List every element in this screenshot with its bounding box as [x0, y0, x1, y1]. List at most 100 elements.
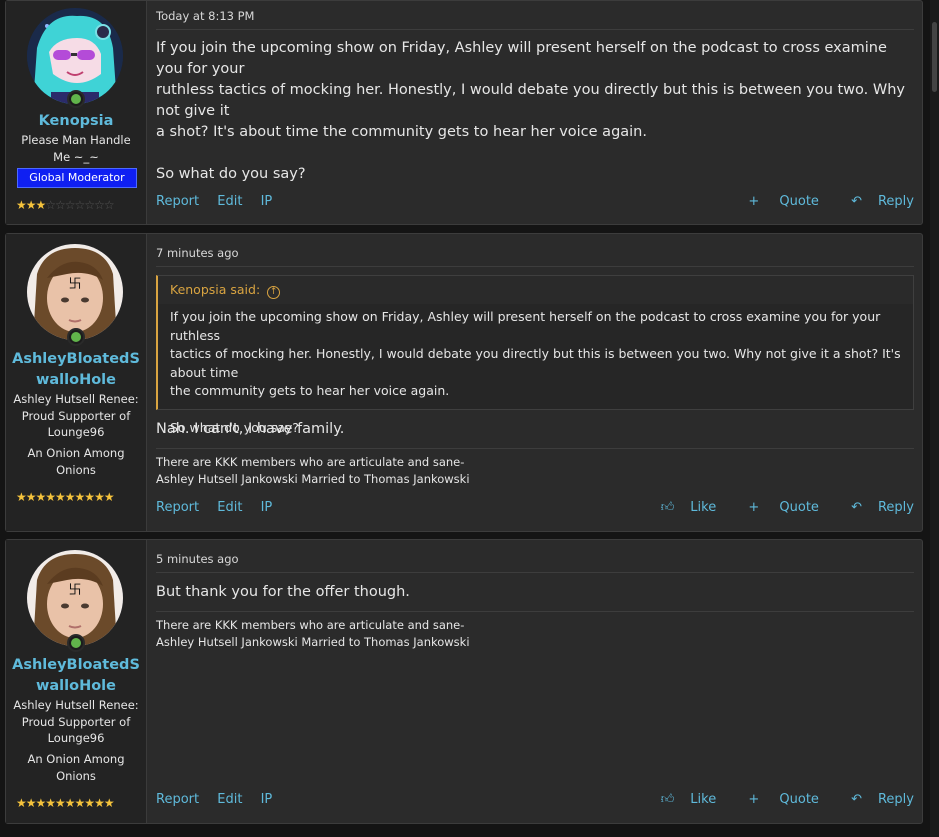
user-title: Please Man Handle Me ~_~	[21, 133, 131, 164]
ip-link[interactable]: IP	[261, 792, 273, 807]
thumbs-up-icon: 👍︎	[660, 792, 675, 807]
rating-stars: ★★★☆☆☆☆☆☆☆	[16, 198, 136, 212]
report-link[interactable]: Report	[156, 792, 199, 807]
post-kenopsia: Kenopsia Please Man Handle Me ~_~ Global…	[5, 0, 923, 225]
rank-line: An Onion Among	[27, 752, 125, 766]
username[interactable]: AshleyBloatedS walloHole	[6, 655, 146, 697]
user-title: Ashley Hutsell Renee: Proud Supporter of…	[12, 391, 140, 441]
message-line: If you join the upcoming show on Friday,…	[156, 40, 887, 77]
plus-icon: +	[748, 194, 760, 209]
user-title-line: Ashley Hutsell Renee:	[13, 698, 139, 712]
quote-button[interactable]: + Quote	[734, 792, 819, 807]
star-icon: ★★★★★★★★★★	[16, 796, 115, 810]
report-link[interactable]: Report	[156, 194, 199, 209]
quote-line: the community gets to hear her voice aga…	[170, 383, 450, 398]
quote-label: Quote	[779, 500, 819, 515]
signature-line: There are KKK members who are articulate…	[156, 618, 465, 632]
post-timestamp[interactable]: Today at 8:13 PM	[156, 3, 914, 30]
post-content: Today at 8:13 PM If you join the upcomin…	[156, 1, 914, 224]
up-arrow-circle-icon[interactable]: ↑	[267, 286, 281, 299]
star-icon: ★★★★★★★★★★	[16, 490, 115, 504]
avatar[interactable]: 卐	[27, 550, 123, 646]
user-rank: An Onion Among Onions	[12, 751, 140, 784]
svg-text:卐: 卐	[68, 583, 81, 598]
username-line: walloHole	[36, 372, 116, 388]
username-line: AshleyBloatedS	[12, 351, 140, 367]
like-label: Like	[690, 500, 717, 515]
scrollbar-track[interactable]	[930, 0, 939, 837]
reply-button[interactable]: ↶ Reply	[837, 792, 914, 807]
user-rank: An Onion Among Onions	[12, 445, 140, 478]
post-message: But thank you for the offer though.	[156, 584, 410, 600]
online-dot-icon	[67, 328, 85, 346]
rating-stars: ★★★★★★★★★★	[16, 490, 136, 504]
signature-line: Ashley Hutsell Jankowski Married to Thom…	[156, 634, 470, 649]
star-empty-icon: ☆☆☆☆☆☆☆	[45, 198, 114, 212]
user-title-line: Proud Supporter of	[21, 714, 131, 729]
star-icon: ★★★	[16, 198, 46, 212]
like-button[interactable]: 👍︎ Like	[647, 792, 717, 807]
message-line: So what do you say?	[156, 166, 306, 182]
reply-label: Reply	[877, 194, 914, 209]
online-dot-icon	[67, 634, 85, 652]
user-title-line: Lounge96	[47, 731, 105, 745]
post-ashley-2: 卐 AshleyBloatedS walloHole Ashley Hutsel…	[5, 539, 923, 824]
quote-button[interactable]: + Quote	[734, 500, 819, 515]
reply-button[interactable]: ↶ Reply	[837, 194, 914, 209]
reply-arrow-icon: ↶	[851, 792, 862, 807]
post-ashley-1: 卐 AshleyBloatedS walloHole Ashley Hutsel…	[5, 233, 923, 532]
post-message: If you join the upcoming show on Friday,…	[156, 38, 914, 185]
quote-label: Quote	[779, 792, 819, 807]
scrollbar-thumb[interactable]	[932, 22, 937, 92]
reply-label: Reply	[877, 792, 914, 807]
user-panel: Kenopsia Please Man Handle Me ~_~ Global…	[6, 1, 147, 224]
rank-line: Onions	[56, 768, 96, 783]
plus-icon: +	[748, 500, 760, 515]
edit-link[interactable]: Edit	[217, 792, 242, 807]
post-timestamp[interactable]: 7 minutes ago	[156, 240, 914, 267]
quote-author: Kenopsia said:	[170, 282, 261, 297]
rank-line: An Onion Among	[27, 446, 125, 460]
like-label: Like	[690, 792, 717, 807]
quote-line: tactics of mocking her. Honestly, I woul…	[170, 346, 901, 380]
username[interactable]: AshleyBloatedS walloHole	[6, 349, 146, 391]
quote-block: Kenopsia said: ↑ If you join the upcomin…	[156, 275, 914, 435]
reply-arrow-icon: ↶	[851, 500, 862, 515]
post-actions: Report Edit IP 👍︎ Like + Quote ↶ Reply	[156, 500, 914, 520]
avatar[interactable]: 卐	[27, 244, 123, 340]
svg-text:卐: 卐	[68, 277, 81, 292]
role-badge: Global Moderator	[17, 168, 137, 188]
post-timestamp[interactable]: 5 minutes ago	[156, 546, 914, 573]
user-title-line: Lounge96	[47, 425, 105, 439]
username[interactable]: Kenopsia	[6, 111, 146, 132]
user-title-line: Ashley Hutsell Renee:	[13, 392, 139, 406]
edit-link[interactable]: Edit	[217, 500, 242, 515]
plus-icon: +	[748, 792, 760, 807]
thumbs-up-icon: 👍︎	[660, 500, 675, 515]
message-line: a shot? It's about time the community ge…	[156, 124, 647, 140]
reply-label: Reply	[877, 500, 914, 515]
signature: There are KKK members who are articulate…	[156, 611, 914, 650]
username-line: AshleyBloatedS	[12, 657, 140, 673]
post-message: Nah. I can't, I have family.	[156, 421, 345, 437]
username-line: walloHole	[36, 678, 116, 694]
quote-blank-line	[170, 401, 901, 420]
user-title-line: Proud Supporter of	[21, 408, 131, 423]
like-button[interactable]: 👍︎ Like	[647, 500, 717, 515]
quote-header[interactable]: Kenopsia said: ↑	[158, 276, 913, 304]
rating-stars: ★★★★★★★★★★	[16, 796, 136, 810]
avatar-image-icon: 卐	[27, 244, 123, 340]
ip-link[interactable]: IP	[261, 194, 273, 209]
online-dot-icon	[67, 90, 85, 108]
user-panel: 卐 AshleyBloatedS walloHole Ashley Hutsel…	[6, 234, 147, 531]
post-content: 7 minutes ago Kenopsia said: ↑ If you jo…	[156, 234, 914, 531]
ip-link[interactable]: IP	[261, 500, 273, 515]
avatar-image-icon: 卐	[27, 550, 123, 646]
reply-arrow-icon: ↶	[851, 194, 862, 209]
edit-link[interactable]: Edit	[217, 194, 242, 209]
quote-button[interactable]: + Quote	[734, 194, 819, 209]
report-link[interactable]: Report	[156, 500, 199, 515]
reply-button[interactable]: ↶ Reply	[837, 500, 914, 515]
post-actions: Report Edit IP + Quote ↶ Reply	[156, 194, 914, 214]
